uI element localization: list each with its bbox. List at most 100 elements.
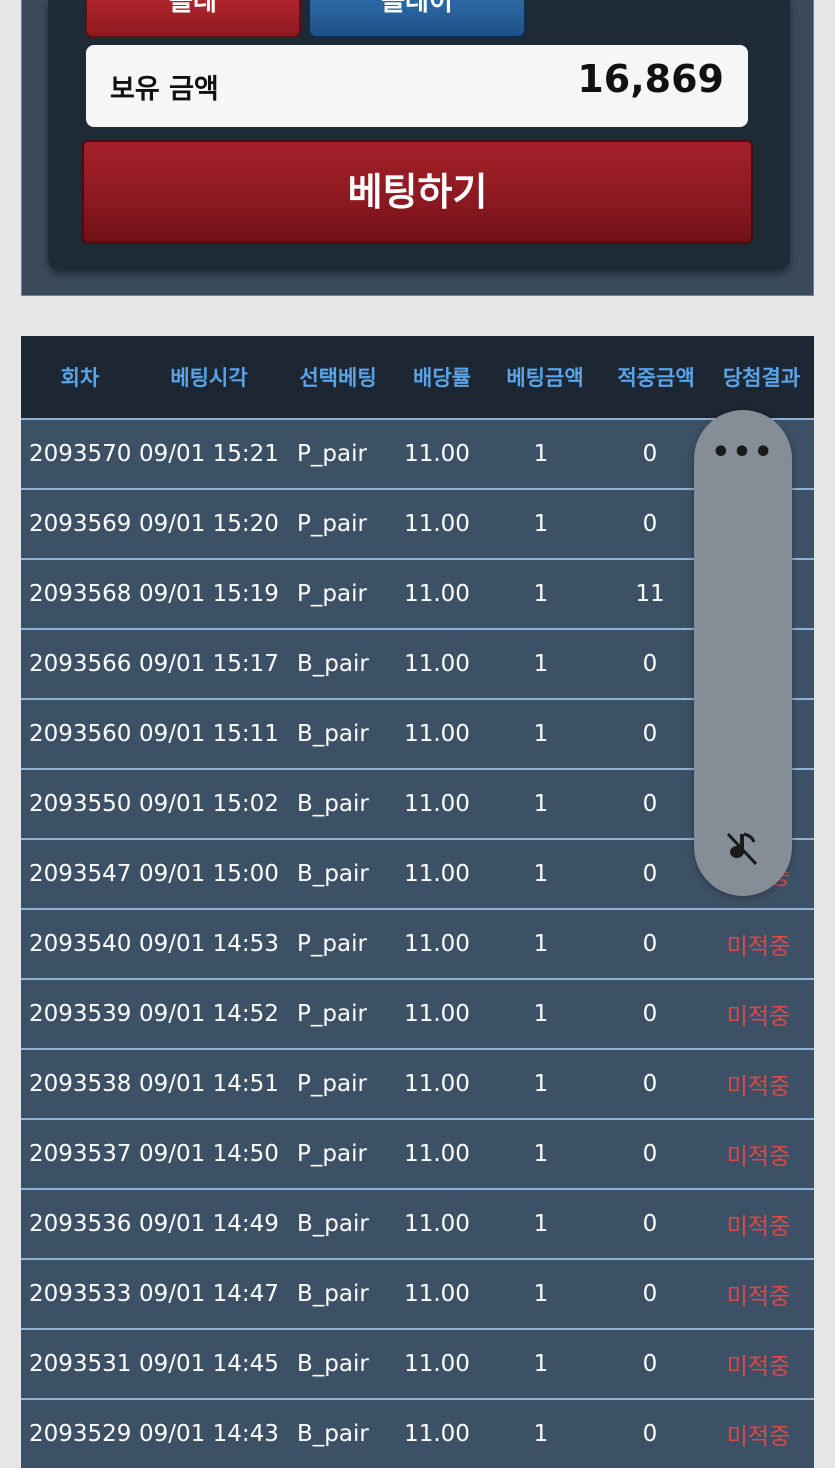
cell-bet-amount: 1 bbox=[533, 721, 549, 747]
bet-panel: 플레 플레이 보유 금액 16,869 베팅하기 bbox=[21, 0, 814, 296]
cell-bet-amount: 1 bbox=[533, 1001, 549, 1027]
cell-odds: 11.00 bbox=[404, 1421, 470, 1447]
cell-win-amount: 0 bbox=[642, 511, 658, 537]
cell-win-amount: 0 bbox=[642, 1071, 658, 1097]
cell-win-amount: 0 bbox=[642, 791, 658, 817]
cell-win-amount: 0 bbox=[642, 1141, 658, 1167]
cell-bet-time: 09/01 15:19 bbox=[139, 581, 279, 607]
cell-odds: 11.00 bbox=[404, 791, 470, 817]
cell-odds: 11.00 bbox=[404, 1281, 470, 1307]
cell-bet-time: 09/01 14:52 bbox=[139, 1001, 279, 1027]
table-row: 2093531 09/01 14:45 B_pair 11.00 1 0 미적중 bbox=[21, 1328, 814, 1398]
cell-bet-amount: 1 bbox=[533, 791, 549, 817]
cell-round: 2093569 bbox=[29, 511, 132, 537]
cell-pick: B_pair bbox=[297, 1281, 369, 1307]
cell-pick: B_pair bbox=[297, 791, 369, 817]
bet-panel-inner: 플레 플레이 보유 금액 16,869 베팅하기 bbox=[48, 0, 790, 270]
table-row: 2093533 09/01 14:47 B_pair 11.00 1 0 미적중 bbox=[21, 1258, 814, 1328]
cell-win-amount: 0 bbox=[642, 1351, 658, 1377]
cell-bet-amount: 1 bbox=[533, 441, 549, 467]
cell-pick: P_pair bbox=[297, 581, 367, 607]
cell-win-amount: 0 bbox=[642, 861, 658, 887]
cell-bet-time: 09/01 14:47 bbox=[139, 1281, 279, 1307]
cell-pick: P_pair bbox=[297, 931, 367, 957]
cell-bet-amount: 1 bbox=[533, 931, 549, 957]
bet-option-right-button[interactable]: 플레이 bbox=[308, 0, 526, 38]
cell-odds: 11.00 bbox=[404, 931, 470, 957]
cell-result: 미적중 bbox=[726, 1284, 791, 1310]
cell-bet-time: 09/01 14:43 bbox=[139, 1421, 279, 1447]
cell-bet-amount: 1 bbox=[533, 861, 549, 887]
more-horizontal-icon[interactable]: ••• bbox=[694, 438, 792, 468]
cell-bet-time: 09/01 15:20 bbox=[139, 511, 279, 537]
column-header-bet-time: 베팅시각 bbox=[170, 366, 248, 390]
cell-round: 2093550 bbox=[29, 791, 132, 817]
floating-control-panel[interactable]: ••• bbox=[694, 410, 792, 896]
cell-bet-amount: 1 bbox=[533, 651, 549, 677]
cell-pick: P_pair bbox=[297, 1001, 367, 1027]
place-bet-button[interactable]: 베팅하기 bbox=[82, 140, 753, 244]
cell-pick: P_pair bbox=[297, 1141, 367, 1167]
cell-bet-time: 09/01 15:11 bbox=[139, 721, 279, 747]
cell-win-amount: 0 bbox=[642, 441, 658, 467]
cell-bet-time: 09/01 14:49 bbox=[139, 1211, 279, 1237]
cell-win-amount: 0 bbox=[642, 931, 658, 957]
cell-pick: P_pair bbox=[297, 511, 367, 537]
cell-pick: P_pair bbox=[297, 441, 367, 467]
cell-round: 2093538 bbox=[29, 1071, 132, 1097]
cell-odds: 11.00 bbox=[404, 581, 470, 607]
cell-bet-amount: 1 bbox=[533, 1141, 549, 1167]
cell-bet-amount: 1 bbox=[533, 1421, 549, 1447]
table-row: 2093536 09/01 14:49 B_pair 11.00 1 0 미적중 bbox=[21, 1188, 814, 1258]
cell-round: 2093568 bbox=[29, 581, 132, 607]
bet-option-left-button[interactable]: 플레 bbox=[85, 0, 301, 38]
cell-pick: B_pair bbox=[297, 721, 369, 747]
table-row: 2093539 09/01 14:52 P_pair 11.00 1 0 미적중 bbox=[21, 978, 814, 1048]
cell-bet-amount: 1 bbox=[533, 1351, 549, 1377]
cell-odds: 11.00 bbox=[404, 441, 470, 467]
table-row: 2093538 09/01 14:51 P_pair 11.00 1 0 미적중 bbox=[21, 1048, 814, 1118]
cell-bet-time: 09/01 15:00 bbox=[139, 861, 279, 887]
cell-pick: B_pair bbox=[297, 1421, 369, 1447]
cell-pick: B_pair bbox=[297, 651, 369, 677]
column-header-odds: 배당률 bbox=[413, 366, 471, 390]
cell-bet-amount: 1 bbox=[533, 511, 549, 537]
cell-round: 2093533 bbox=[29, 1281, 132, 1307]
cell-odds: 11.00 bbox=[404, 651, 470, 677]
cell-round: 2093536 bbox=[29, 1211, 132, 1237]
cell-odds: 11.00 bbox=[404, 861, 470, 887]
cell-round: 2093537 bbox=[29, 1141, 132, 1167]
cell-pick: B_pair bbox=[297, 861, 369, 887]
cell-odds: 11.00 bbox=[404, 1001, 470, 1027]
cell-pick: B_pair bbox=[297, 1351, 369, 1377]
cell-result: 미적중 bbox=[726, 1004, 791, 1030]
column-header-result: 당첨결과 bbox=[722, 366, 801, 390]
column-header-pick: 선택베팅 bbox=[299, 366, 377, 390]
cell-result: 미적중 bbox=[726, 1074, 791, 1100]
balance-box: 보유 금액 16,869 bbox=[86, 45, 748, 127]
cell-bet-time: 09/01 15:21 bbox=[139, 441, 279, 467]
cell-result: 미적중 bbox=[726, 934, 791, 960]
cell-result: 미적중 bbox=[726, 1144, 791, 1170]
cell-result: 미적중 bbox=[726, 1354, 791, 1380]
cell-odds: 11.00 bbox=[404, 1141, 470, 1167]
cell-win-amount: 0 bbox=[642, 1001, 658, 1027]
cell-odds: 11.00 bbox=[404, 721, 470, 747]
cell-odds: 11.00 bbox=[404, 511, 470, 537]
notification-off-icon[interactable] bbox=[722, 828, 762, 868]
cell-win-amount: 11 bbox=[635, 581, 665, 607]
cell-pick: P_pair bbox=[297, 1071, 367, 1097]
cell-win-amount: 0 bbox=[642, 1211, 658, 1237]
cell-round: 2093570 bbox=[29, 441, 132, 467]
cell-bet-amount: 1 bbox=[533, 1211, 549, 1237]
cell-bet-time: 09/01 14:45 bbox=[139, 1351, 279, 1377]
table-header: 회차 베팅시각 선택베팅 배당률 베팅금액 적중금액 당첨결과 bbox=[21, 336, 814, 418]
cell-win-amount: 0 bbox=[642, 651, 658, 677]
cell-round: 2093560 bbox=[29, 721, 132, 747]
cell-pick: B_pair bbox=[297, 1211, 369, 1237]
cell-bet-amount: 1 bbox=[533, 581, 549, 607]
cell-round: 2093529 bbox=[29, 1421, 132, 1447]
column-header-bet-amount: 베팅금액 bbox=[506, 366, 584, 390]
cell-odds: 11.00 bbox=[404, 1071, 470, 1097]
cell-bet-time: 09/01 14:50 bbox=[139, 1141, 279, 1167]
